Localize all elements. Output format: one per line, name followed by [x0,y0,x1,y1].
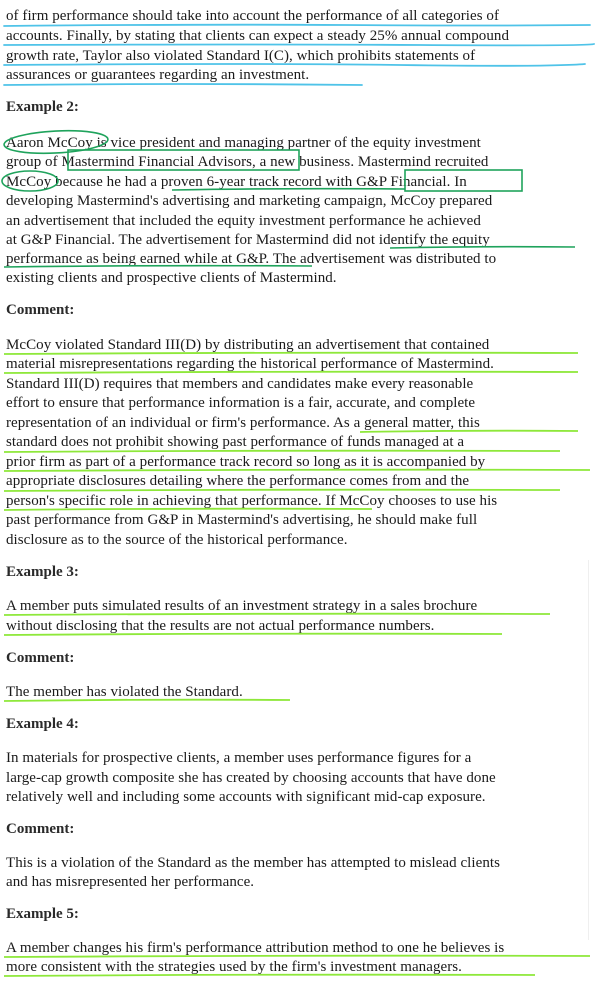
comment-2-heading: Comment: [6,302,75,318]
comment-2-line-4: effort to ensure that performance inform… [6,395,476,411]
comment-3-heading: Comment: [6,650,75,666]
document-page: of firm performance should take into acc… [0,0,599,989]
intro-line-2: accounts. Finally, by stating that clien… [6,28,509,44]
example-2-line-4: developing Mastermind's advertising and … [6,193,493,209]
comment-2-line-7: prior firm as part of a performance trac… [6,454,486,470]
example-5-line-2: more consistent with the strategies used… [6,959,462,975]
example-2-line-6: at G&P Financial. The advertisement for … [6,232,490,248]
intro-line-1: of firm performance should take into acc… [6,8,500,24]
intro-line-4: assurances or guarantees regarding an in… [6,67,310,83]
comment-4-heading: Comment: [6,821,75,837]
comment-2-line-2: material misrepresentations regarding th… [6,356,494,372]
example-5-line-1: A member changes his firm's performance … [6,940,505,956]
comment-2-line-10: past performance from G&P in Mastermind'… [6,512,478,528]
comment-4-line-1: This is a violation of the Standard as t… [6,855,500,871]
example-2-line-8: existing clients and prospective clients… [6,270,337,286]
example-3-line-1: A member puts simulated results of an in… [6,598,478,614]
comment-4-line-2: and has misrepresented her performance. [6,874,255,890]
example-5-heading: Example 5: [6,906,79,922]
example-4-line-2: large-cap growth composite she has creat… [6,770,496,786]
comment-2-line-5: representation of an individual or firm'… [6,415,480,431]
intro-line-3: growth rate, Taylor also violated Standa… [6,48,476,64]
example-2-line-2: group of Mastermind Financial Advisors, … [6,154,489,170]
example-2-heading: Example 2: [6,99,79,115]
example-4-line-3: relatively well and including some accou… [6,789,486,805]
example-4-heading: Example 4: [6,716,79,732]
scan-shadow [588,560,589,940]
example-2-line-7: performance as being earned while at G&P… [6,251,497,267]
comment-2-line-3: Standard III(D) requires that members an… [6,376,474,392]
comment-2-line-6: standard does not prohibit showing past … [6,434,465,450]
example-3-heading: Example 3: [6,564,79,580]
example-2-line-3: McCoy because he had a proven 6-year tra… [6,174,467,190]
example-3-line-2: without disclosing that the results are … [6,618,435,634]
comment-3-line-1: The member has violated the Standard. [6,684,243,700]
comment-2-line-11: disclosure as to the source of the histo… [6,532,348,548]
comment-2-line-9: person's specific role in achieving that… [6,493,498,509]
example-2-line-1: Aaron McCoy is vice president and managi… [6,135,481,151]
comment-2-line-1: McCoy violated Standard III(D) by distri… [6,337,490,353]
example-2-line-5: an advertisement that included the equit… [6,213,481,229]
example-4-line-1: In materials for prospective clients, a … [6,750,472,766]
comment-2-line-8: appropriate disclosures detailing where … [6,473,470,489]
